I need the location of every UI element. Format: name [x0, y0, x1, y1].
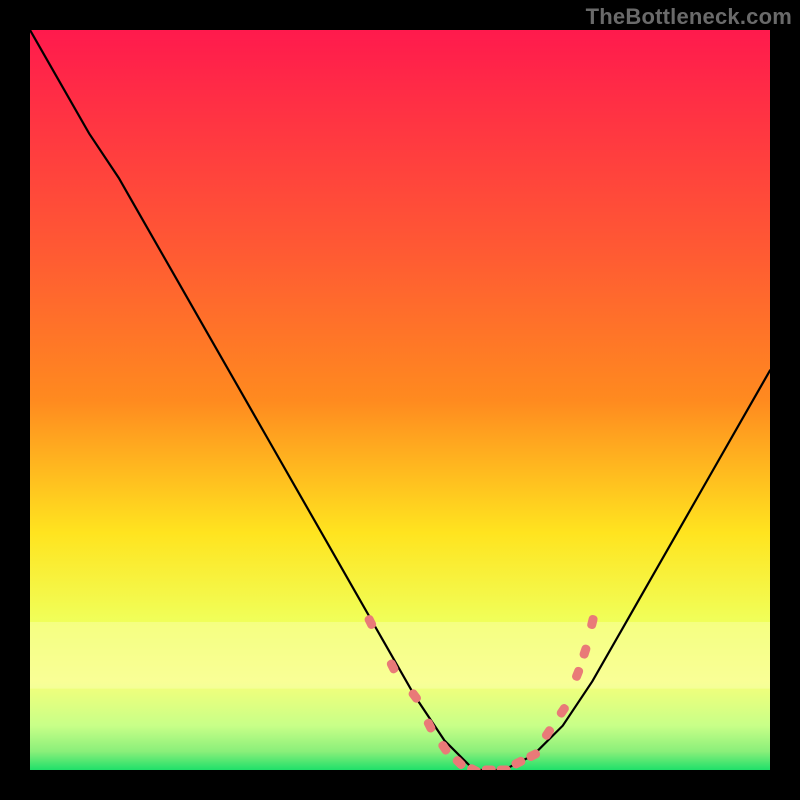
bottleneck-chart — [30, 30, 770, 770]
plot-area — [30, 30, 770, 770]
highlight-band — [30, 622, 770, 689]
chart-container: TheBottleneck.com — [0, 0, 800, 800]
marker-point — [482, 766, 496, 771]
watermark-label: TheBottleneck.com — [586, 4, 792, 30]
marker-point — [497, 766, 511, 771]
